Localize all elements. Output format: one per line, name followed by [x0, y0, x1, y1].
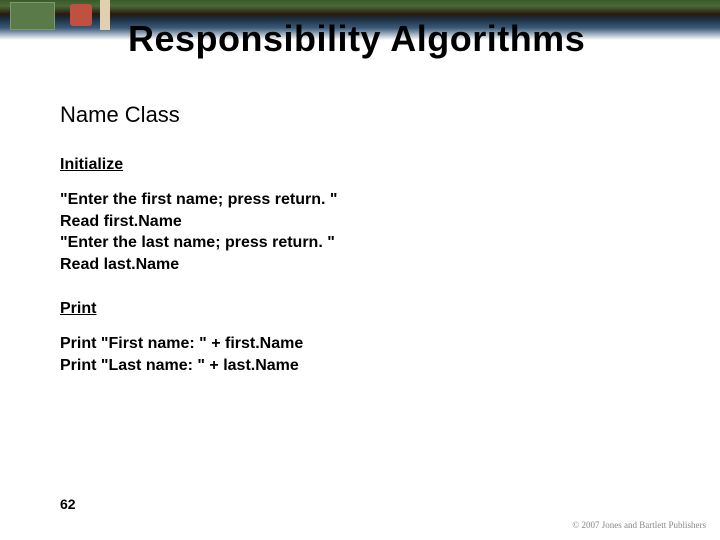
copyright-notice: © 2007 Jones and Bartlett Publishers [572, 520, 706, 530]
slide-title: Responsibility Algorithms [128, 18, 585, 60]
code-line: Read first.Name [60, 211, 660, 233]
code-line: Print "First name: " + first.Name [60, 333, 660, 355]
print-block: Print "First name: " + first.Name Print … [60, 333, 660, 376]
banner-shape [10, 2, 55, 30]
initialize-block: "Enter the first name; press return. " R… [60, 189, 660, 275]
initialize-heading: Initialize [60, 154, 660, 176]
class-name-heading: Name Class [60, 100, 660, 130]
code-line: Print "Last name: " + last.Name [60, 355, 660, 377]
slide-content: Name Class Initialize "Enter the first n… [60, 100, 660, 398]
code-line: "Enter the first name; press return. " [60, 189, 660, 211]
print-heading: Print [60, 298, 660, 320]
code-line: Read last.Name [60, 254, 660, 276]
code-line: "Enter the last name; press return. " [60, 232, 660, 254]
page-number: 62 [60, 496, 76, 512]
banner-shape [70, 4, 92, 26]
banner-shape [100, 0, 110, 30]
